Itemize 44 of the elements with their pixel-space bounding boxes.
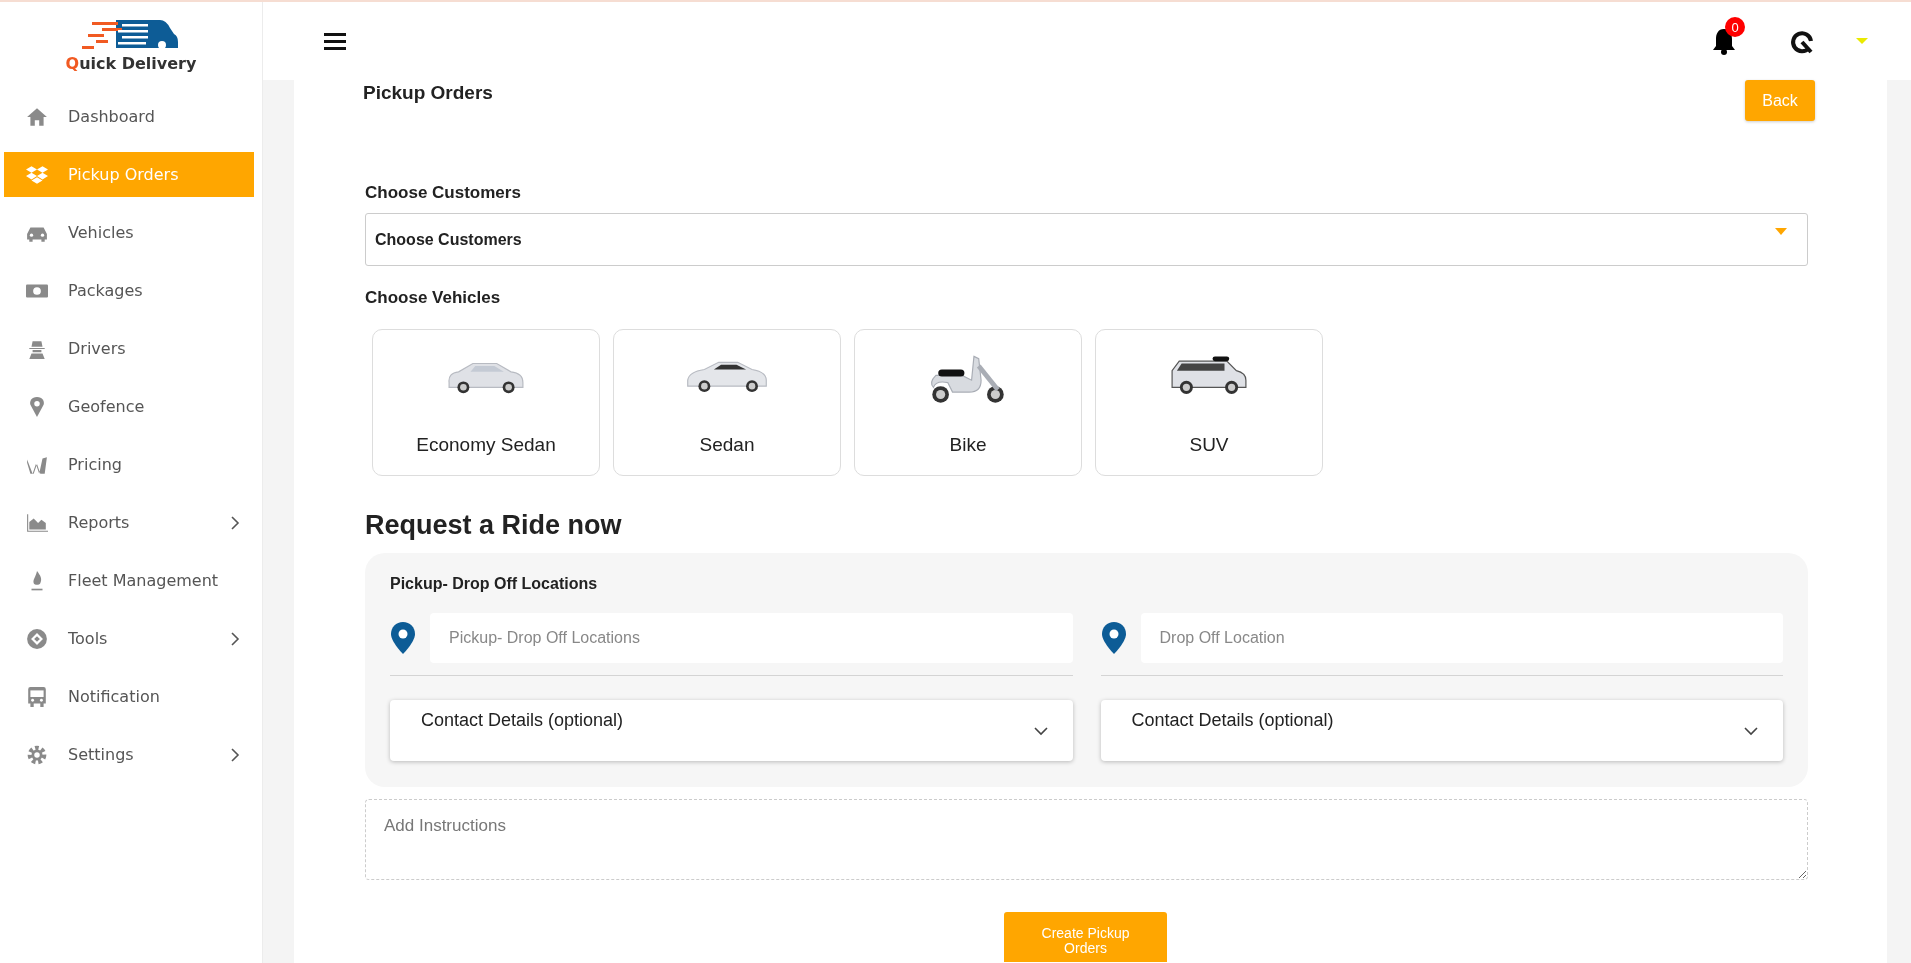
sidebar-item[interactable]: Reports [4, 500, 254, 545]
avatar-logo-icon[interactable] [1789, 28, 1815, 54]
logo-text: Quick Delivery [65, 53, 197, 73]
map-pin-icon [1100, 621, 1127, 655]
section-label: Pickup- Drop Off Locations [390, 575, 599, 593]
vehicle-label: Economy Sedan [416, 434, 556, 456]
sidebar-item[interactable]: Vehicles [4, 210, 254, 255]
vehicle-card[interactable]: SUV [1095, 329, 1323, 476]
contact-details-dropdown[interactable]: Contact Details (optional) [390, 700, 1073, 761]
vehicle-card[interactable]: Bike [854, 329, 1082, 476]
location-input[interactable]: Drop Off Location [1140, 613, 1783, 663]
vehicle-label: Bike [949, 434, 987, 456]
field-label: Choose Vehicles [365, 288, 502, 308]
vehicle-label: SUV [1189, 434, 1229, 456]
sidebar-item[interactable]: Geofence [4, 384, 254, 429]
caret-icon [1775, 228, 1787, 235]
location-input[interactable]: Pickup- Drop Off Locations [430, 613, 1073, 663]
area-chart-icon [26, 511, 48, 534]
sidebar-item[interactable]: Fleet Management [4, 558, 254, 603]
contact-details-dropdown[interactable]: Contact Details (optional) [1100, 700, 1783, 761]
sidebar-item[interactable]: Tools [4, 616, 254, 661]
delivery-van-logo-icon [82, 17, 180, 52]
sidebar-item[interactable]: Dashboard [4, 94, 254, 139]
menu-icon[interactable] [324, 32, 346, 50]
vehicle-card[interactable]: Economy Sedan [372, 329, 600, 476]
notification-badge: 0 [1725, 17, 1745, 37]
bus-icon [26, 685, 48, 708]
sidebar-item[interactable]: Settings [4, 732, 254, 777]
gear-icon [26, 743, 48, 766]
sidebar-item[interactable]: Packages [4, 268, 254, 313]
chevron-down-icon [1744, 727, 1758, 736]
section-heading: Request a Ride now [365, 510, 623, 541]
page-title: Pickup Orders [363, 82, 493, 104]
sidebar-item[interactable]: Drivers [4, 326, 254, 371]
boxes-icon [26, 163, 48, 186]
vehicle-card[interactable]: Sedan [613, 329, 841, 476]
map-pin-icon [390, 621, 416, 655]
customer-select[interactable]: Choose Customers [365, 213, 1808, 266]
field-label: Choose Customers [365, 183, 522, 203]
sidebar-item[interactable]: Notification [4, 674, 254, 719]
chevron-down-icon [1033, 727, 1048, 736]
vehicle-label: Sedan [699, 434, 755, 456]
sidebar-item[interactable]: Pricing [4, 442, 254, 487]
instructions-field[interactable]: Add Instructions [365, 799, 1808, 880]
